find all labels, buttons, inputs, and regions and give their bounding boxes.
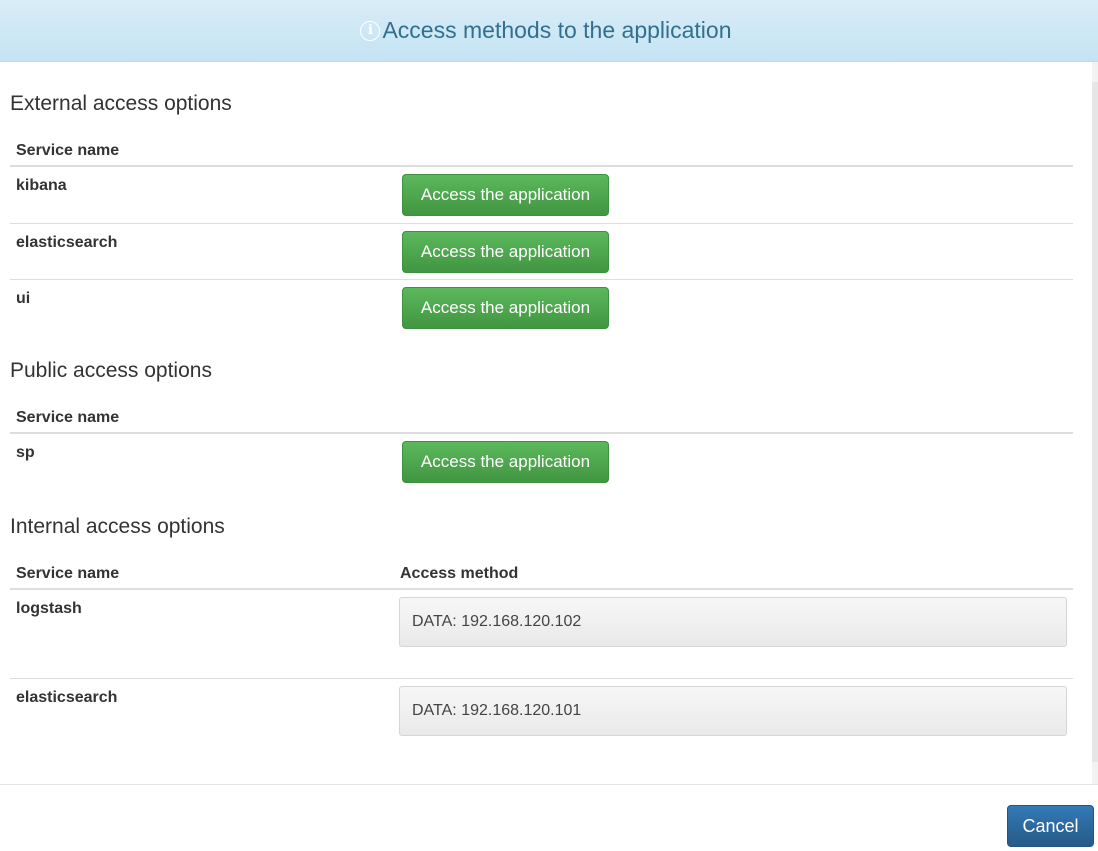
access-application-button-sp[interactable]: Access the application xyxy=(402,441,609,483)
table-header: Service name xyxy=(10,402,1073,434)
section-title-internal: Internal access options xyxy=(10,515,225,538)
cancel-button[interactable]: Cancel xyxy=(1007,805,1094,847)
section-title-public: Public access options xyxy=(10,359,212,382)
table-row: logstash DATA: 192.168.120.102 xyxy=(10,590,1073,678)
dialog-body: External access options Service name kib… xyxy=(0,62,1098,784)
table-row: sp Access the application xyxy=(10,434,1073,490)
service-name: ui xyxy=(16,290,31,307)
access-application-button-ui[interactable]: Access the application xyxy=(402,287,609,329)
external-access-section: External access options Service name kib… xyxy=(10,92,1073,329)
access-method-field[interactable]: DATA: 192.168.120.101 xyxy=(399,686,1067,736)
column-header-service-name: Service name xyxy=(16,142,120,159)
internal-access-section: Internal access options Service name Acc… xyxy=(10,515,1073,736)
access-methods-dialog: i Access methods to the application Exte… xyxy=(0,0,1098,851)
internal-access-table: Service name Access method logstash DATA… xyxy=(10,558,1073,766)
service-name: sp xyxy=(16,444,35,461)
table-row: kibana Access the application xyxy=(10,167,1073,223)
access-application-button-elasticsearch[interactable]: Access the application xyxy=(402,231,609,273)
public-access-table: Service name sp Access the application xyxy=(10,402,1073,490)
table-header: Service name xyxy=(10,135,1073,167)
table-row: ui Access the application xyxy=(10,279,1073,335)
access-application-button-kibana[interactable]: Access the application xyxy=(402,174,609,216)
column-header-access-method: Access method xyxy=(400,565,519,582)
section-title-external: External access options xyxy=(10,92,232,115)
column-header-service-name: Service name xyxy=(16,565,120,582)
table-row: elasticsearch Access the application xyxy=(10,223,1073,279)
access-method-field[interactable]: DATA: 192.168.120.102 xyxy=(399,597,1067,647)
scrollbar-thumb[interactable] xyxy=(1092,82,1098,762)
column-header-service-name: Service name xyxy=(16,409,120,426)
dialog-footer: Cancel xyxy=(0,784,1098,851)
service-name: elasticsearch xyxy=(16,234,118,251)
service-name: logstash xyxy=(16,600,82,617)
service-name: elasticsearch xyxy=(16,689,118,706)
dialog-header: i Access methods to the application xyxy=(0,0,1098,62)
external-access-table: Service name kibana Access the applicati… xyxy=(10,135,1073,335)
service-name: kibana xyxy=(16,177,67,194)
table-row: elasticsearch DATA: 192.168.120.101 xyxy=(10,678,1073,766)
dialog-title: Access methods to the application xyxy=(382,17,732,43)
public-access-section: Public access options Service name sp Ac… xyxy=(10,359,1073,483)
table-header: Service name Access method xyxy=(10,558,1073,590)
info-icon: i xyxy=(360,20,381,41)
